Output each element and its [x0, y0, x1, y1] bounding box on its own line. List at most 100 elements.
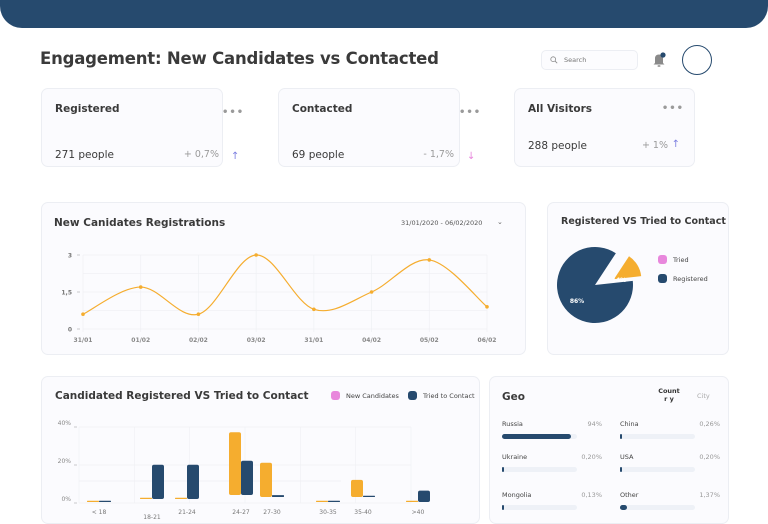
stat-change: + 1%: [641, 140, 668, 151]
x-tick-label: 30-35: [319, 509, 337, 516]
data-point: [196, 312, 201, 316]
legend-swatch: [658, 274, 667, 283]
x-tick-label: 31/01: [74, 337, 93, 344]
legend-swatch: [408, 391, 417, 400]
y-tick-label: 40%: [58, 420, 72, 427]
legend-label: New Candidates: [346, 391, 399, 400]
y-tick-label: 0%: [61, 496, 71, 503]
x-tick-label: 05/02: [420, 337, 439, 344]
x-tick-label: 35-40: [354, 509, 372, 516]
stat-value: 69 people: [292, 149, 345, 161]
geo-progress-track: [502, 505, 577, 510]
geo-progress-fill: [502, 505, 505, 510]
legend-item-tried-to-contact: Tried to Contact: [408, 391, 475, 400]
geo-country-name: Mongolia: [502, 491, 532, 499]
y-tick-label: 20%: [58, 458, 72, 465]
geo-country-percent: 0,26%: [699, 420, 720, 428]
y-tick-label: 1,5: [61, 290, 72, 297]
search-input[interactable]: [564, 56, 634, 64]
x-tick-label: 21-24: [178, 509, 196, 516]
stat-value: 271 people: [55, 149, 114, 161]
stat-title: Registered: [55, 103, 120, 115]
data-point: [254, 253, 258, 257]
bar-new-candidates: [351, 479, 363, 497]
top-banner: [0, 0, 768, 28]
geo-progress-fill: [502, 434, 571, 439]
data-point: [485, 305, 489, 309]
tab-city[interactable]: City: [697, 392, 710, 400]
data-point: [138, 285, 143, 289]
page-title: Engagement: New Candidates vs Contacted: [40, 49, 439, 68]
geo-country-percent: 0,20%: [581, 453, 602, 461]
date-range-select[interactable]: 31/01/2020 - 06/02/2020: [401, 219, 482, 227]
bar-tried-to-contact: [272, 495, 284, 497]
more-options-icon[interactable]: •••: [222, 107, 244, 118]
bar-new-candidates: [406, 500, 418, 502]
x-tick-label: 24-27: [232, 509, 250, 516]
geo-card: Geo Countr y City Russia 94% China 0,26% Ukr…: [489, 376, 729, 524]
geo-country-name: USA: [620, 453, 634, 461]
bars-title: Candidated Registered VS Tried to Contac…: [55, 390, 309, 402]
arrow-up-icon: ↑: [231, 151, 240, 162]
x-tick-label: 31/01: [304, 337, 323, 344]
data-point: [427, 258, 432, 262]
bar-tried-to-contact: [241, 460, 253, 495]
geo-progress-fill: [620, 505, 627, 510]
stat-card-registered: Registered 271 people + 0,7%: [41, 88, 223, 167]
geo-progress-track: [502, 434, 577, 439]
stat-change: - 1,7%: [423, 149, 454, 160]
tab-country[interactable]: Countr y: [658, 387, 680, 403]
geo-title: Geo: [502, 391, 525, 403]
geo-country-name: China: [620, 420, 639, 428]
x-tick-label: 27-30: [263, 509, 281, 516]
chevron-down-icon[interactable]: ⌄: [497, 218, 503, 226]
bar-chart: 0% 20% 40% < 18 18-21 21-24 24-27 27-30 30-35 35-…: [58, 420, 430, 521]
legend-item-registered: Registered: [658, 274, 708, 283]
geo-country-percent: 94%: [587, 420, 602, 428]
data-point: [369, 290, 374, 294]
geo-progress-track: [620, 467, 695, 472]
avatar[interactable]: [682, 45, 712, 75]
legend-swatch: [331, 391, 340, 400]
arrow-up-icon: ↑: [671, 139, 680, 150]
geo-country-name: Russia: [502, 420, 523, 428]
legend-label: Registered: [673, 274, 708, 283]
more-options-icon[interactable]: •••: [459, 107, 481, 118]
bar-new-candidates: [175, 497, 187, 499]
bar-tried-to-contact: [363, 495, 375, 497]
geo-country-percent: 0,13%: [581, 491, 602, 499]
bar-new-candidates: [140, 497, 152, 499]
bar-new-candidates: [316, 500, 328, 502]
stat-title: Contacted: [292, 103, 353, 115]
y-tick-label: 0: [68, 327, 72, 334]
more-options-icon[interactable]: •••: [662, 103, 684, 114]
x-tick-label: < 18: [92, 509, 107, 516]
pie-label-registered: 86%: [570, 298, 584, 305]
bar-new-candidates: [229, 432, 241, 495]
x-tick-label: 01/02: [131, 337, 150, 344]
x-tick-label: >40: [412, 509, 425, 516]
pie-chart: 14% 86%: [557, 247, 642, 323]
line-chart: 0 1,5 3 31/01 01/02 02/02 03/02 31/01 04/02 05/02…: [61, 253, 496, 345]
geo-progress-fill: [620, 434, 623, 439]
search-box[interactable]: [541, 50, 638, 70]
y-tick-label: 3: [68, 253, 72, 260]
bell-icon[interactable]: [652, 52, 666, 68]
registrations-title: New Canidates Registrations: [54, 217, 226, 229]
legend-label: Tried: [673, 255, 689, 264]
series-line: [82, 254, 488, 316]
stat-value: 288 people: [528, 140, 587, 152]
pie-title: Registered VS Tried to Contact: [561, 216, 726, 227]
stat-title: All Visitors: [528, 103, 593, 115]
geo-country-name: Ukraine: [502, 453, 528, 461]
legend-label: Tried to Contact: [423, 391, 475, 400]
legend-item-tried: Tried: [658, 255, 689, 264]
bar-tried-to-contact: [99, 500, 111, 502]
search-icon: [550, 56, 558, 64]
arrow-down-icon: ↓: [467, 151, 476, 162]
data-point: [312, 307, 316, 312]
x-tick-label: 02/02: [189, 337, 208, 344]
geo-country-name: Other: [620, 491, 639, 499]
bar-tried-to-contact: [328, 500, 340, 502]
bar-new-candidates: [260, 462, 272, 497]
